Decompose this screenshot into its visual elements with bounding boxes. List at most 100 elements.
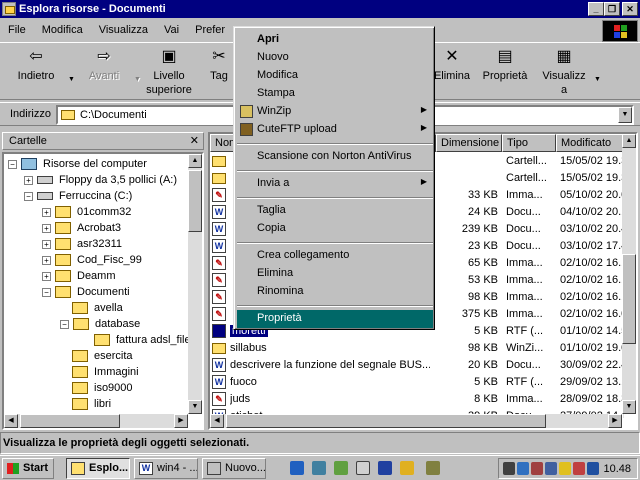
task-button-word[interactable]: Wwin4 - ... [134, 458, 198, 479]
menu-item-elimina[interactable]: Elimina [237, 265, 433, 283]
address-dropdown-icon[interactable]: ▼ [618, 107, 632, 123]
scroll-left-icon[interactable]: ◀ [210, 414, 224, 428]
menu-item-nuovo[interactable]: Nuovo [237, 49, 433, 67]
forward-button[interactable]: ⇨ Avanti ▼ [76, 47, 141, 99]
menu-item-cuteftp-upload[interactable]: CuteFTP upload ▶ [237, 121, 433, 139]
scroll-up-icon[interactable]: ▲ [622, 134, 636, 148]
menu-visualizza[interactable]: Visualizza [91, 24, 156, 36]
menu-item-crea-collegamento[interactable]: Crea collegamento [237, 247, 433, 265]
tray-monitor-icon[interactable] [545, 462, 557, 475]
tree-node[interactable]: − Documenti [42, 284, 130, 300]
task-button-explorer[interactable]: Esplo... [66, 458, 130, 479]
collapse-icon[interactable]: − [8, 159, 17, 169]
table-row[interactable]: sillabus 98 KB WinZi... 01/10/02 19.0 [210, 340, 624, 357]
clock[interactable]: 10.48 [603, 463, 631, 475]
back-dropdown-icon[interactable]: ▼ [68, 73, 75, 87]
tray-icon[interactable] [503, 462, 515, 475]
quicklaunch-app-icon[interactable] [334, 461, 348, 475]
list-scroll-thumb[interactable] [622, 254, 636, 344]
tree-node[interactable]: + Cod_Fisc_99 [42, 252, 142, 268]
list-vertical-scrollbar[interactable]: ▲ ▼ [622, 134, 636, 414]
quicklaunch-program-icon[interactable] [378, 461, 392, 475]
tree-node[interactable]: + Acrobat3 [42, 220, 121, 236]
delete-button[interactable]: ✕ Elimina [432, 47, 472, 99]
quicklaunch-search-icon[interactable] [356, 461, 370, 475]
table-row[interactable]: Wfuoco 5 KB RTF (... 29/09/02 13.1 [210, 374, 624, 391]
tray-app-icon[interactable] [587, 462, 599, 475]
table-row[interactable]: Wdescrivere la funzione del segnale BUS.… [210, 357, 624, 374]
expand-icon[interactable]: + [42, 239, 51, 249]
scroll-left-icon[interactable]: ◀ [4, 414, 18, 428]
tree-node[interactable]: − database [60, 316, 140, 332]
expand-icon[interactable]: + [42, 223, 51, 233]
start-button[interactable]: Start [2, 458, 54, 479]
tree-node[interactable]: esercita [72, 348, 133, 364]
tree-node[interactable]: +01comm32 [42, 204, 131, 220]
menu-item-apri[interactable]: Apri [237, 31, 433, 49]
expand-icon[interactable]: + [42, 271, 51, 281]
tree-horizontal-scrollbar[interactable]: ◀ ▶ [4, 414, 188, 428]
column-header-type[interactable]: Tipo [502, 134, 556, 152]
expand-icon[interactable]: + [24, 175, 33, 185]
table-row[interactable]: ✎ juds 8 KB Imma... 28/09/02 18.3 [210, 391, 624, 408]
menu-file[interactable]: File [0, 24, 34, 36]
menu-item-proprieta[interactable]: Proprietà [237, 310, 433, 328]
menu-item-modifica[interactable]: Modifica [237, 67, 433, 85]
column-header-modified[interactable]: Modificato [556, 134, 626, 152]
close-button[interactable]: ✕ [622, 2, 638, 16]
menu-item-copia[interactable]: Copia [237, 220, 433, 238]
quicklaunch-film-icon[interactable] [426, 461, 440, 475]
menu-vai[interactable]: Vai [156, 24, 187, 36]
menu-item-winzip[interactable]: WinZip ▶ [237, 103, 433, 121]
tree-node[interactable]: avella [72, 300, 123, 316]
menu-item-invia-a[interactable]: Invia a ▶ [237, 175, 433, 193]
tree-close-icon[interactable]: ✕ [190, 134, 199, 147]
tree-vertical-scrollbar[interactable]: ▲ ▼ [188, 154, 202, 414]
tree-node[interactable]: Immagini [72, 364, 139, 380]
scroll-down-icon[interactable]: ▼ [622, 400, 636, 414]
list-horizontal-scrollbar[interactable]: ◀ ▶ [210, 414, 622, 428]
tree-node[interactable]: − Risorse del computer [8, 156, 147, 172]
scroll-right-icon[interactable]: ▶ [608, 414, 622, 428]
minimize-button[interactable]: _ [588, 2, 604, 16]
tree-node[interactable]: + asr32311 [42, 236, 122, 252]
menu-item-rinomina[interactable]: Rinomina [237, 283, 433, 301]
scroll-down-icon[interactable]: ▼ [188, 400, 202, 414]
cut-button[interactable]: ✂ Tag [204, 47, 234, 99]
tree-node[interactable]: − Ferruccina (C:) [24, 188, 132, 204]
tray-volume-icon[interactable] [559, 462, 571, 475]
scroll-up-icon[interactable]: ▲ [188, 154, 202, 168]
internet-explorer-icon[interactable] [290, 461, 304, 475]
menu-item-stampa[interactable]: Stampa [237, 85, 433, 103]
expand-icon[interactable]: + [42, 207, 51, 217]
tray-network-icon[interactable] [517, 462, 529, 475]
task-button-nuovo[interactable]: Nuovo... [202, 458, 266, 479]
properties-button[interactable]: ▤ Proprietà [480, 47, 530, 99]
tray-app-icon[interactable] [531, 462, 543, 475]
tree-node[interactable]: iso9000 [72, 380, 133, 396]
collapse-icon[interactable]: − [60, 319, 69, 329]
menu-modifica[interactable]: Modifica [34, 24, 91, 36]
quicklaunch-network-icon[interactable] [312, 461, 326, 475]
collapse-icon[interactable]: − [24, 191, 33, 201]
tray-antivirus-icon[interactable] [573, 462, 585, 475]
tree-node[interactable]: + Deamm [42, 268, 116, 284]
menu-preferiti[interactable]: Prefer [187, 24, 233, 36]
tree-node[interactable]: libri [72, 396, 111, 412]
menu-item-taglia[interactable]: Taglia [237, 202, 433, 220]
tree-node[interactable]: + Floppy da 3,5 pollici (A:) [24, 172, 177, 188]
scroll-right-icon[interactable]: ▶ [174, 414, 188, 428]
expand-icon[interactable]: + [42, 255, 51, 265]
quicklaunch-pencil-icon[interactable] [400, 461, 414, 475]
view-dropdown-icon[interactable]: ▼ [594, 73, 601, 87]
tree-node[interactable]: fattura adsl_file [94, 332, 191, 348]
back-button[interactable]: ⇦ Indietro ▼ [6, 47, 75, 99]
up-level-button[interactable]: ▣ Livello superiore [140, 47, 198, 99]
tree-hscroll-thumb[interactable] [20, 414, 120, 428]
maximize-button[interactable]: ❐ [604, 2, 620, 16]
menu-item-norton-scan[interactable]: Scansione con Norton AntiVirus [237, 148, 433, 166]
list-hscroll-thumb[interactable] [226, 414, 546, 428]
collapse-icon[interactable]: − [42, 287, 51, 297]
view-button[interactable]: ▦ Visualizz a ▼ [538, 47, 601, 99]
title-bar[interactable]: Esplora risorse - Documenti _ ❐ ✕ [0, 0, 640, 18]
